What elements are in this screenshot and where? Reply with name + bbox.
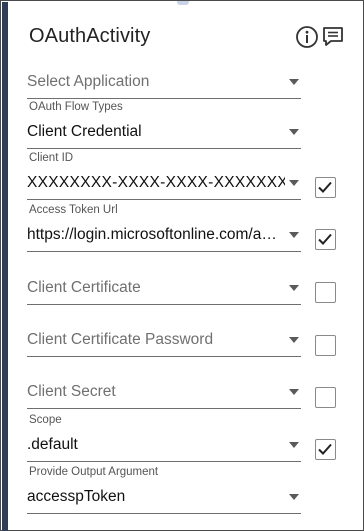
header-icons bbox=[295, 25, 345, 49]
access-token-url-checkbox[interactable] bbox=[315, 229, 336, 250]
chevron-down-icon bbox=[289, 494, 299, 500]
panel-header: OAuthActivity bbox=[27, 21, 345, 53]
comment-icon[interactable] bbox=[321, 25, 345, 49]
client-certificate-password-placeholder: Client Certificate Password bbox=[27, 331, 214, 348]
chevron-down-icon bbox=[289, 442, 299, 448]
oauth-activity-panel: OAuthActivity Select Application OAuth F… bbox=[0, 0, 364, 531]
checkmark-icon bbox=[318, 233, 332, 245]
scope-checkbox[interactable] bbox=[315, 439, 336, 460]
client-secret-checkbox[interactable] bbox=[315, 387, 336, 408]
chevron-down-icon bbox=[289, 389, 299, 395]
chevron-down-icon bbox=[289, 79, 299, 85]
client-certificate-dropdown[interactable]: Client Certificate bbox=[27, 271, 301, 305]
chevron-down-icon bbox=[289, 285, 299, 291]
scope-label: Scope bbox=[29, 414, 62, 426]
scope-value: .default bbox=[27, 436, 78, 453]
panel-top-handle bbox=[177, 1, 189, 5]
chevron-down-icon bbox=[289, 180, 299, 186]
client-certificate-password-checkbox[interactable] bbox=[315, 335, 336, 356]
client-certificate-password-dropdown[interactable]: Client Certificate Password bbox=[27, 323, 301, 357]
client-certificate-placeholder: Client Certificate bbox=[27, 279, 141, 296]
access-token-url-dropdown[interactable]: https://login.microsoftonline.com/a… bbox=[27, 218, 301, 252]
checkmark-icon bbox=[318, 443, 332, 455]
access-token-url-value: https://login.microsoftonline.com/a… bbox=[27, 226, 277, 243]
chevron-down-icon bbox=[289, 232, 299, 238]
flow-types-dropdown[interactable]: Client Credential bbox=[27, 115, 301, 149]
flow-types-label: OAuth Flow Types bbox=[29, 101, 123, 113]
select-application-dropdown[interactable]: Select Application bbox=[27, 65, 301, 99]
access-token-url-label: Access Token Url bbox=[29, 204, 118, 216]
client-id-value: XXXXXXXX-XXXX-XXXX-XXXXXXXX bbox=[27, 174, 285, 191]
client-id-label: Client ID bbox=[29, 152, 74, 164]
output-argument-value: accesspToken bbox=[27, 488, 126, 505]
client-secret-dropdown[interactable]: Client Secret bbox=[27, 375, 301, 409]
output-argument-label: Provide Output Argument bbox=[29, 466, 159, 478]
flow-types-value: Client Credential bbox=[27, 123, 142, 140]
panel-title: OAuthActivity bbox=[29, 25, 151, 47]
chevron-down-icon bbox=[289, 129, 299, 135]
client-certificate-checkbox[interactable] bbox=[315, 282, 336, 303]
info-icon[interactable] bbox=[295, 25, 319, 49]
output-argument-dropdown[interactable]: accesspToken bbox=[27, 480, 301, 514]
client-id-dropdown[interactable]: XXXXXXXX-XXXX-XXXX-XXXXXXXX bbox=[27, 166, 301, 200]
checkmark-icon bbox=[318, 181, 332, 193]
client-id-checkbox[interactable] bbox=[315, 177, 336, 198]
scope-dropdown[interactable]: .default bbox=[27, 428, 301, 462]
select-application-placeholder: Select Application bbox=[27, 73, 150, 90]
accent-bar bbox=[2, 2, 8, 531]
chevron-down-icon bbox=[289, 337, 299, 343]
client-secret-placeholder: Client Secret bbox=[27, 383, 116, 400]
